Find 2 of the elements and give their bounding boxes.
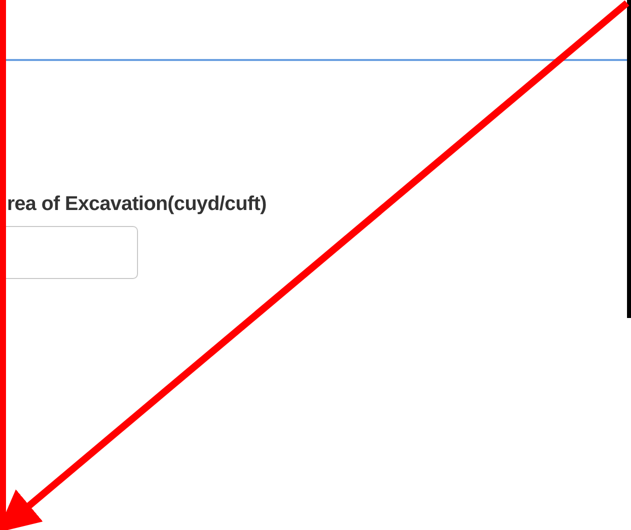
input-field[interactable]	[6, 226, 138, 279]
field-label: rea of Excavation(cuyd/cuft)	[7, 192, 268, 217]
